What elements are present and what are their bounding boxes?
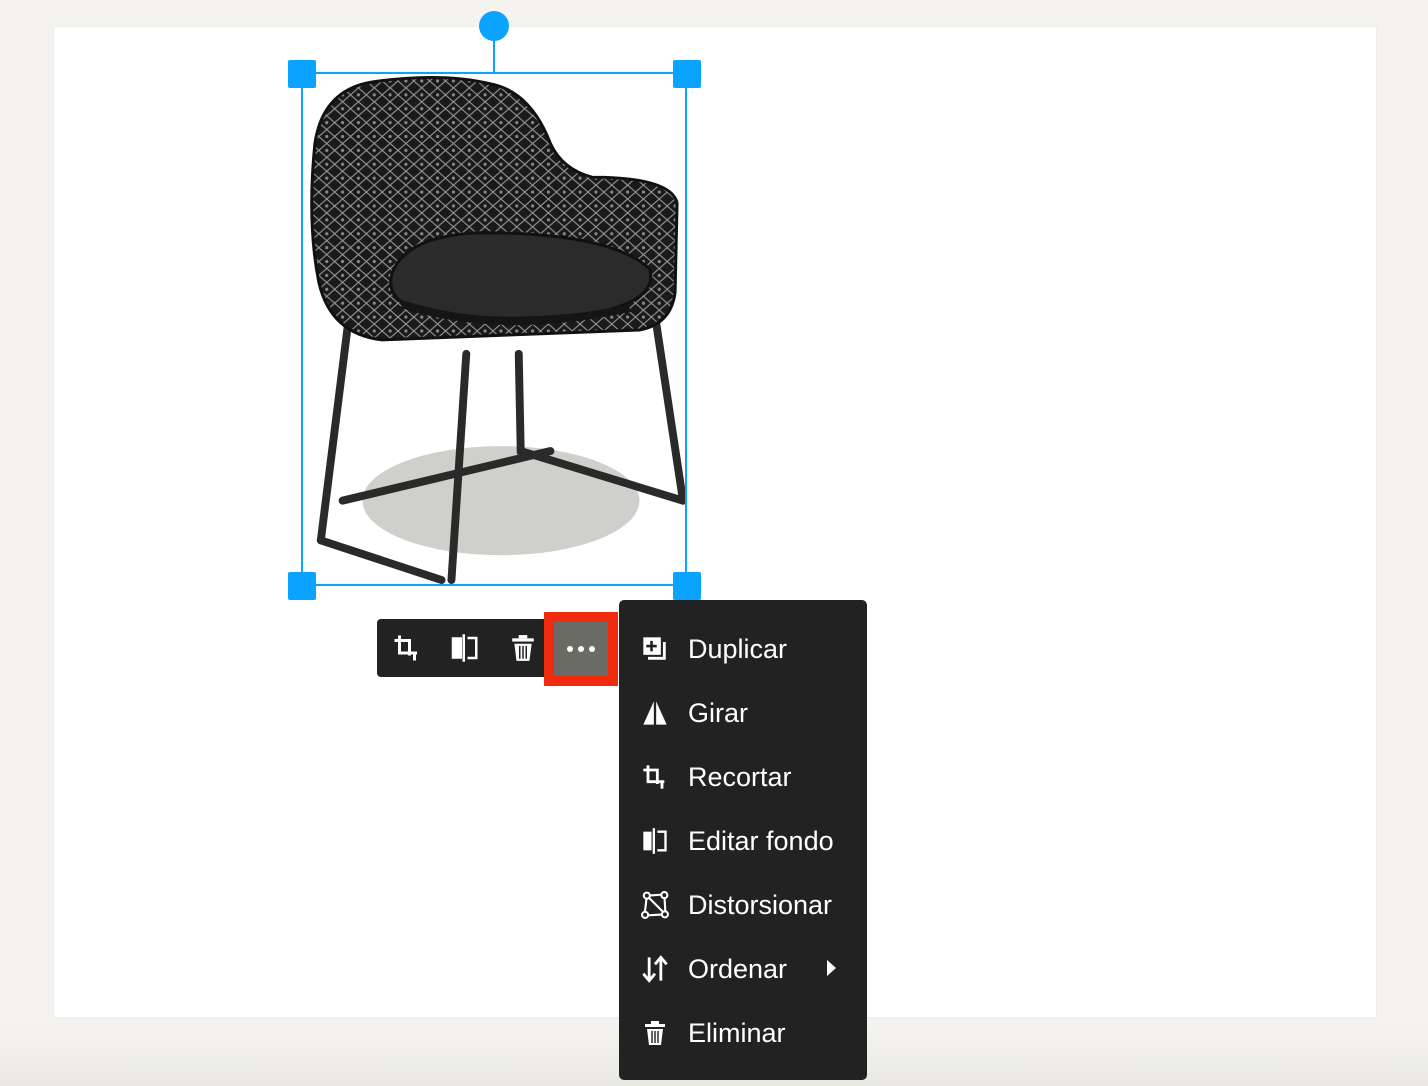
more-options-highlight — [544, 612, 618, 686]
selected-image-frame[interactable] — [301, 72, 687, 586]
trash-icon — [512, 635, 534, 661]
menu-item-distort[interactable]: Distorsionar — [619, 876, 867, 932]
more-horizontal-icon — [567, 646, 595, 652]
rotate-handle-stem — [493, 38, 495, 72]
menu-item-label: Girar — [688, 698, 748, 728]
resize-handle-top-left[interactable] — [288, 60, 316, 88]
resize-handle-bottom-left[interactable] — [288, 572, 316, 600]
edit-background-icon — [641, 827, 669, 855]
menu-item-delete[interactable]: Eliminar — [619, 1004, 867, 1060]
resize-handle-top-right[interactable] — [673, 60, 701, 88]
more-options-menu: Duplicar Girar Recortar Editar fondo Dis… — [619, 600, 867, 1080]
menu-item-label: Recortar — [688, 762, 792, 792]
menu-item-label: Ordenar — [688, 954, 788, 984]
duplicate-icon — [641, 635, 669, 663]
edit-background-button[interactable] — [437, 619, 493, 677]
sort-icon — [641, 955, 669, 983]
more-options-button[interactable] — [554, 622, 608, 676]
menu-item-duplicate[interactable]: Duplicar — [619, 620, 867, 676]
menu-item-label: Duplicar — [688, 634, 788, 664]
menu-item-arrange[interactable]: Ordenar — [619, 940, 867, 996]
menu-item-label: Eliminar — [688, 1018, 786, 1048]
menu-item-label: Editar fondo — [688, 826, 834, 856]
menu-item-edit-background[interactable]: Editar fondo — [619, 812, 867, 868]
distort-icon — [641, 891, 669, 919]
crop-icon — [394, 635, 417, 661]
crop-icon — [641, 763, 669, 791]
menu-item-label: Distorsionar — [688, 890, 833, 920]
chevron-right-icon — [827, 960, 836, 976]
delete-button[interactable] — [495, 619, 551, 677]
chair-image — [310, 75, 685, 584]
resize-handle-bottom-right[interactable] — [673, 572, 701, 600]
edit-background-icon — [451, 634, 478, 662]
menu-item-flip[interactable]: Girar — [619, 684, 867, 740]
flip-icon — [641, 699, 669, 727]
rotate-handle[interactable] — [479, 11, 509, 41]
menu-item-crop[interactable]: Recortar — [619, 748, 867, 804]
crop-button[interactable] — [379, 619, 435, 677]
trash-icon — [641, 1019, 669, 1047]
